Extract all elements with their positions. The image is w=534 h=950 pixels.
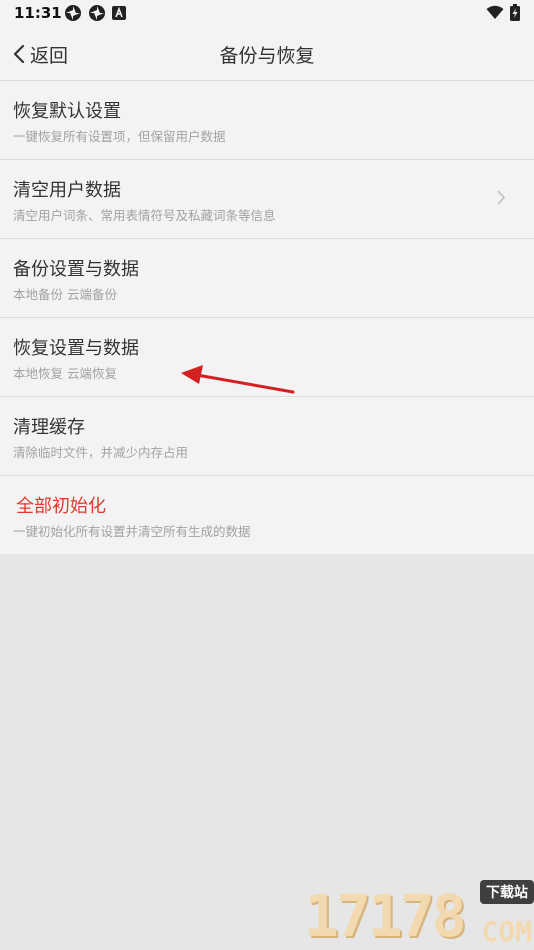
pinwheel-icon [89,5,105,21]
item-subtitle: 清空用户词条、常用表情符号及私藏词条等信息 [13,208,276,223]
page-title: 备份与恢复 [219,45,315,67]
watermark-number: 17178 [304,882,467,950]
item-title: 恢复设置与数据 [13,338,139,359]
clear-cache-item[interactable]: 清理缓存 清除临时文件，并减少内存占用 [0,397,534,476]
item-title: 清空用户数据 [13,180,121,201]
status-time: 11:31 [14,4,62,22]
app-header: 返回 备份与恢复 [0,27,534,81]
item-subtitle: 本地备份 云端备份 [13,287,117,302]
clear-user-data-item[interactable]: 清空用户数据 清空用户词条、常用表情符号及私藏词条等信息 [0,160,534,239]
item-title: 清理缓存 [13,417,85,438]
chevron-right-icon [497,190,506,205]
item-subtitle: 一键恢复所有设置项，但保留用户数据 [13,129,226,144]
watermark-suffix: COM [481,915,532,948]
wifi-icon [486,5,504,19]
item-subtitle: 一键初始化所有设置并清空所有生成的数据 [13,524,251,539]
watermark: 17178 下载站 COM [304,880,534,950]
watermark-badge: 下载站 [480,880,534,904]
pinwheel-icon [65,5,81,21]
item-title: 全部初始化 [16,496,106,517]
restore-defaults-item[interactable]: 恢复默认设置 一键恢复所有设置项，但保留用户数据 [0,81,534,160]
annotation-arrow-icon [181,365,295,394]
factory-reset-item[interactable]: 全部初始化 一键初始化所有设置并清空所有生成的数据 [0,476,534,554]
status-notification-icons [64,4,126,22]
settings-list: 恢复默认设置 一键恢复所有设置项，但保留用户数据 清空用户数据 清空用户词条、常… [0,81,534,554]
status-system-icons [486,4,520,21]
item-title: 恢复默认设置 [13,101,121,122]
battery-charging-icon [510,4,520,21]
item-subtitle: 清除临时文件，并减少内存占用 [13,445,189,460]
app-a-icon [112,6,126,20]
backup-settings-item[interactable]: 备份设置与数据 本地备份 云端备份 [0,239,534,318]
item-title: 备份设置与数据 [13,259,139,280]
status-bar: 11:31 [0,0,534,27]
item-subtitle: 本地恢复 云端恢复 [13,366,117,381]
